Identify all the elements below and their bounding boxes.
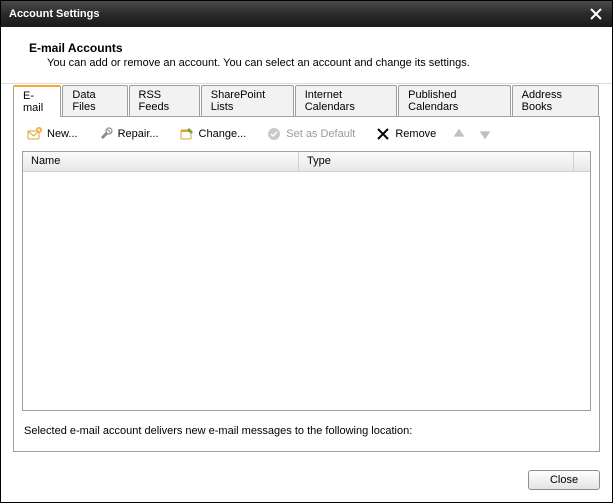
toolbar: New... Repair... — [14, 117, 599, 151]
header-title: E-mail Accounts — [29, 41, 598, 55]
table-header: Name Type — [23, 152, 590, 172]
tab-data-files[interactable]: Data Files — [62, 85, 127, 116]
repair-button-label: Repair... — [118, 128, 159, 140]
content-area: E-mail Data Files RSS Feeds SharePoint L… — [1, 84, 612, 460]
new-mail-icon — [27, 126, 43, 142]
set-default-button: Set as Default — [261, 123, 360, 145]
arrow-up-icon — [451, 126, 467, 142]
footer: Close — [1, 460, 612, 502]
tab-address-books[interactable]: Address Books — [512, 85, 599, 116]
close-dialog-button[interactable]: Close — [528, 470, 600, 490]
arrow-down-icon — [477, 126, 493, 142]
tabstrip: E-mail Data Files RSS Feeds SharePoint L… — [13, 94, 600, 116]
change-icon — [179, 126, 195, 142]
header: E-mail Accounts You can add or remove an… — [1, 27, 612, 84]
header-subtitle: You can add or remove an account. You ca… — [47, 57, 598, 69]
check-circle-icon — [266, 126, 282, 142]
new-button[interactable]: New... — [22, 123, 83, 145]
remove-button[interactable]: Remove — [370, 123, 441, 145]
close-icon — [590, 8, 602, 20]
repair-icon — [98, 126, 114, 142]
table-body[interactable] — [23, 172, 590, 410]
move-up-button — [451, 126, 467, 142]
column-header-name[interactable]: Name — [23, 152, 299, 171]
tab-published-calendars[interactable]: Published Calendars — [398, 85, 510, 116]
titlebar: Account Settings — [1, 1, 612, 27]
tabpanel-email: New... Repair... — [13, 116, 600, 452]
tab-internet-calendars[interactable]: Internet Calendars — [295, 85, 397, 116]
window-title: Account Settings — [9, 8, 586, 20]
change-button[interactable]: Change... — [174, 123, 252, 145]
column-header-type[interactable]: Type — [299, 152, 574, 171]
set-default-button-label: Set as Default — [286, 128, 355, 140]
accounts-table: Name Type — [22, 151, 591, 411]
delivery-location-text: Selected e-mail account delivers new e-m… — [14, 411, 599, 441]
remove-icon — [375, 126, 391, 142]
repair-button[interactable]: Repair... — [93, 123, 164, 145]
change-button-label: Change... — [199, 128, 247, 140]
tab-rss-feeds[interactable]: RSS Feeds — [129, 85, 200, 116]
remove-button-label: Remove — [395, 128, 436, 140]
account-settings-window: Account Settings E-mail Accounts You can… — [0, 0, 613, 503]
tab-email[interactable]: E-mail — [13, 85, 61, 117]
close-button[interactable] — [586, 5, 606, 23]
column-header-spacer — [574, 152, 590, 171]
tab-sharepoint-lists[interactable]: SharePoint Lists — [201, 85, 294, 116]
new-button-label: New... — [47, 128, 78, 140]
move-down-button — [477, 126, 493, 142]
